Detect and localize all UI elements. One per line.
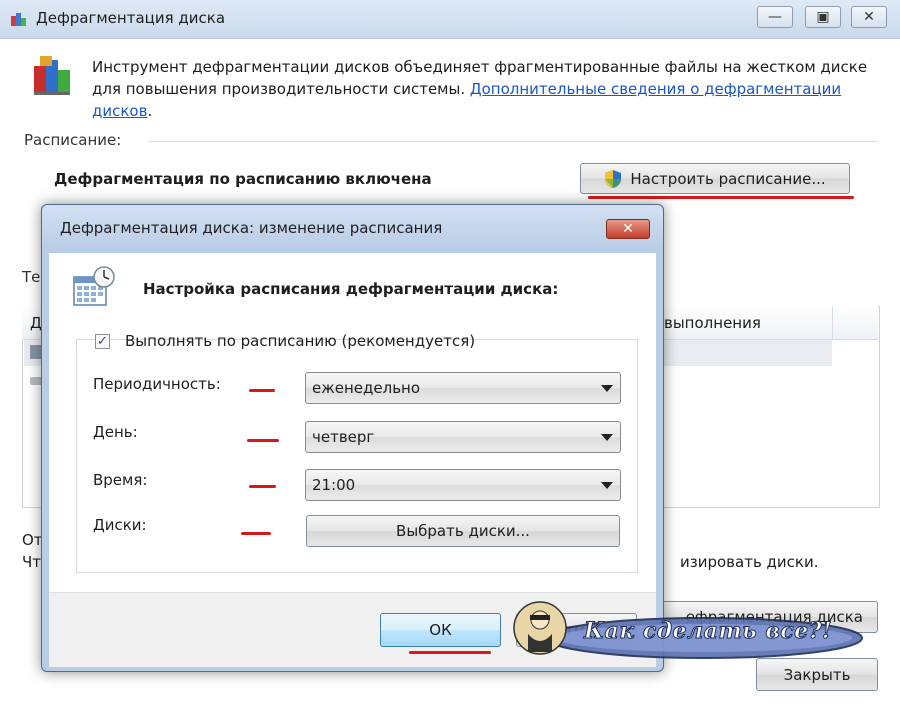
frequency-label: Периодичность: (93, 375, 221, 393)
frequency-value: еженедельно (312, 379, 421, 397)
defrag-big-icon (34, 56, 70, 95)
configure-schedule-label: Настроить расписание... (630, 169, 826, 188)
time-label: Время: (93, 471, 148, 489)
footer-text-line2: Чт (22, 553, 42, 571)
checkmark-icon: ✓ (97, 334, 108, 349)
run-on-schedule-checkbox[interactable]: ✓ (95, 334, 110, 349)
select-disks-button[interactable]: Выбрать диски... (306, 515, 620, 547)
dialog-title: Дефрагментация диска: изменение расписан… (60, 219, 443, 237)
red-dash-time (249, 485, 276, 488)
ok-button[interactable]: ОК (380, 613, 501, 647)
red-underline-ok (409, 651, 491, 654)
schedule-status: Дефрагментация по расписанию включена (54, 170, 432, 188)
schedule-section-label: Расписание: (24, 131, 122, 149)
table-column-divider (832, 306, 833, 339)
time-value: 21:00 (312, 476, 356, 494)
uac-shield-icon (605, 169, 622, 188)
intro-text: Инструмент дефрагментации дисков объедин… (92, 56, 882, 122)
maximize-icon: ▣ (816, 9, 830, 25)
chevron-down-icon (601, 385, 613, 392)
day-select[interactable]: четверг (305, 421, 621, 453)
window-close-button[interactable]: ✕ (851, 6, 887, 28)
run-on-schedule-label[interactable]: Выполнять по расписанию (рекомендуется) (125, 332, 475, 350)
dialog-heading: Настройка расписания дефрагментации диск… (143, 280, 559, 298)
configure-schedule-button[interactable]: Настроить расписание... (580, 163, 850, 194)
time-select[interactable]: 21:00 (305, 469, 621, 501)
red-dash-day (247, 439, 279, 442)
close-icon: ✕ (863, 9, 875, 25)
day-value: четверг (312, 428, 375, 446)
current-status-label: Те (22, 268, 41, 286)
maximize-button[interactable]: ▣ (805, 6, 841, 28)
dialog-close-button[interactable]: ✕ (606, 219, 650, 239)
minimize-icon: — (768, 9, 782, 25)
frequency-select[interactable]: еженедельно (305, 372, 621, 404)
ok-button-label: ОК (429, 621, 452, 639)
defrag-icon (11, 13, 26, 26)
watermark-text: Как сделать все?! (583, 618, 833, 645)
table-column-last-run[interactable]: выполнения (664, 314, 761, 332)
intro-period: . (147, 102, 153, 120)
close-icon: ✕ (622, 221, 634, 237)
disks-label: Диски: (93, 516, 147, 534)
footer-text-right: изировать диски. (680, 553, 819, 571)
chevron-down-icon (601, 482, 613, 489)
schedule-separator (148, 141, 878, 142)
minimize-button[interactable]: — (757, 6, 793, 28)
select-disks-label: Выбрать диски... (396, 522, 530, 540)
calendar-clock-icon (73, 266, 115, 306)
window-title: Дефрагментация диска (36, 9, 226, 27)
red-dash-disks (241, 532, 271, 535)
red-dash-frequency (249, 389, 275, 392)
table-column-disk[interactable]: Д (30, 314, 42, 332)
red-underline-configure (588, 196, 854, 199)
day-label: День: (93, 423, 138, 441)
chevron-down-icon (601, 434, 613, 441)
footer-text-line1: От (22, 531, 43, 549)
